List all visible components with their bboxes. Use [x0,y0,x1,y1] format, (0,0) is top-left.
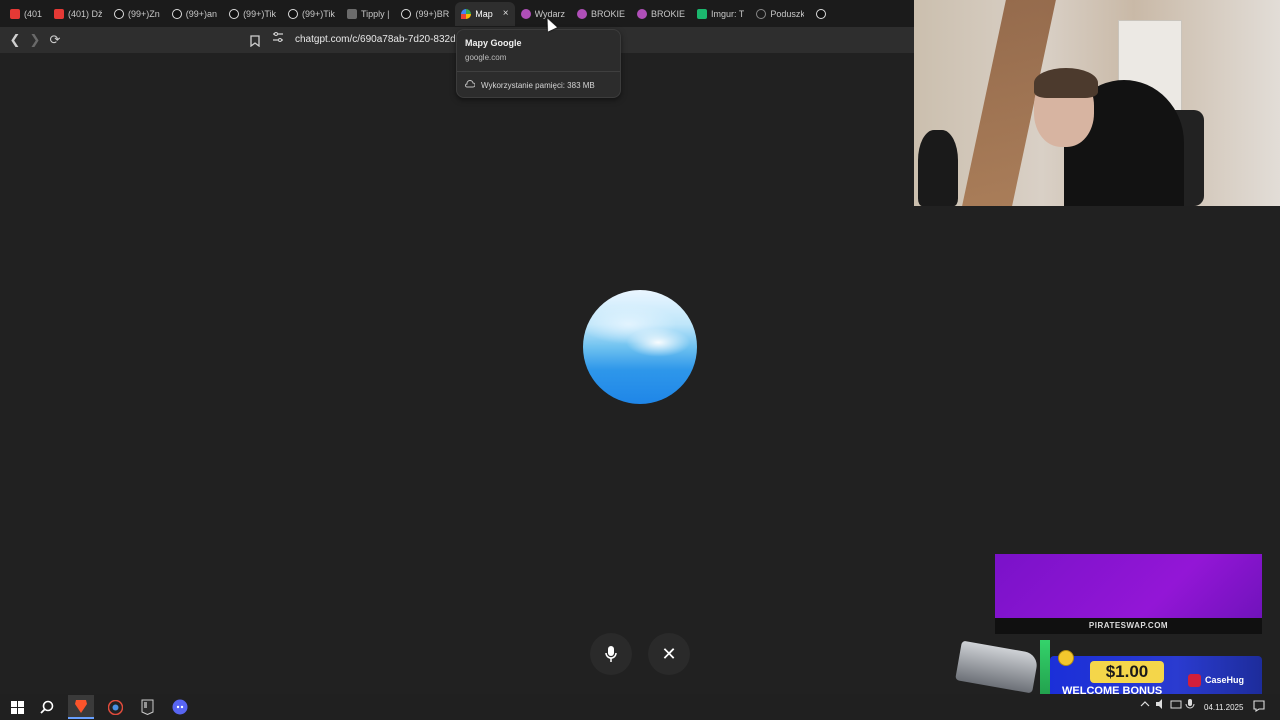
pistol-graphic [955,640,1039,694]
tab-youtube-1[interactable]: (401 [4,2,48,26]
webcam-plush [918,130,958,206]
tab-hover-card: Mapy Google google.com Wykorzystanie pam… [456,29,621,98]
pillow-icon [756,8,767,19]
tab-poduszki[interactable]: Poduszk [750,2,810,26]
messenger-icon [637,8,648,19]
tab-google-maps[interactable]: Map × [455,1,515,26]
bonus-amount: $1.00 [1090,661,1164,683]
tiktok-icon [171,8,182,19]
microphone-button[interactable] [590,633,632,675]
taskbar: 04.11.2025 [0,694,1280,720]
bonus-brand: CaseHug [1188,675,1244,685]
google-maps-icon [461,8,472,19]
tab-label: (99+)an [185,8,218,19]
hover-card-host: google.com [465,53,507,62]
hover-card-title: Mapy Google [465,38,522,48]
tray-icons [1140,699,1195,709]
bookmark-icon[interactable] [245,31,265,51]
sponsor-banner: PIRATESWAP.COM [995,554,1262,634]
taskbar-date[interactable]: 04.11.2025 [1204,703,1243,712]
reload-icon[interactable]: ⟳ [45,30,65,50]
discord-icon[interactable] [167,695,193,719]
address-bar[interactable]: chatgpt.com/c/690a78ab-7d20-832d-9 [295,34,460,45]
tab-label: (99+)BR [415,8,450,19]
tiktok-icon [114,8,125,19]
tab-label: (401 [24,8,43,19]
back-icon[interactable]: ❮ [5,30,25,50]
tab-tiktok-3[interactable]: (99+)Tik [223,2,282,26]
youtube-icon [10,8,20,19]
tab-tipply[interactable]: Tipply | [341,2,396,26]
tab-tiktok-4[interactable]: (99+)Tik [282,2,341,26]
tipply-icon [346,8,357,19]
tab-imgur[interactable]: Imgur: T [691,2,750,26]
webcam-overlay [914,0,1280,206]
epic-games-icon[interactable] [134,695,160,719]
tab-close-icon[interactable]: × [503,8,509,19]
tab-tiktok-1[interactable]: (99+)Zn [108,2,166,26]
voice-orb [583,290,697,404]
forward-icon[interactable]: ❯ [25,30,45,50]
hover-card-memory: Wykorzystanie pamięci: 383 MB [481,81,595,90]
tiktok-icon [288,8,298,19]
bonus-brand-text: CaseHug [1205,675,1245,685]
tab-label: (99+)Zn [128,8,160,19]
coin-icon [1058,650,1074,666]
tab-tiktok-6[interactable] [810,2,832,26]
tiktok-icon [229,8,240,19]
hover-card-divider [457,71,620,72]
webcam-hair [1034,68,1098,98]
tab-label: (99+)Tik [243,8,276,19]
tab-tiktok-2[interactable]: (99+)an [166,2,223,26]
windows-start-icon[interactable] [4,695,30,719]
tiktok-icon [816,8,827,19]
screen: (401 (401) Dž (99+)Zn (99+)an (99+)Tik (… [0,0,1280,720]
tab-tiktok-5[interactable]: (99+)BR [395,2,455,26]
system-tray[interactable] [1138,698,1202,712]
messenger-icon [520,8,531,19]
youtube-icon [54,8,65,19]
tab-strip: (401 (401) Dž (99+)Zn (99+)an (99+)Tik (… [0,0,914,27]
messenger-icon [577,8,588,19]
chrome-icon[interactable] [102,695,128,719]
tab-label: Imgur: T [711,8,745,19]
microphone-icon [605,646,617,662]
end-voice-button[interactable]: ✕ [648,633,690,675]
tab-label: (99+)Tik [302,8,335,19]
site-settings-icon[interactable] [272,31,284,46]
tab-label: Tipply | [360,8,390,19]
tab-label: BROKIE [651,8,686,19]
memory-icon [465,79,476,90]
search-icon[interactable] [34,695,60,719]
imgur-icon [697,8,708,19]
tab-label: (401) Dž [68,8,103,19]
tab-label: Map [475,8,493,19]
tab-messenger-2[interactable]: BROKIE [571,2,631,26]
tiktok-icon [401,8,412,19]
sponsor-site: PIRATESWAP.COM [995,618,1262,634]
tab-label: Poduszk [770,8,805,19]
brave-browser-icon[interactable] [68,695,94,719]
tab-label: BROKIE [591,8,626,19]
notification-icon[interactable] [1253,700,1265,715]
close-icon: ✕ [661,643,677,664]
tab-youtube-2[interactable]: (401) Dž [48,2,108,26]
tab-messenger-3[interactable]: BROKIE [631,2,691,26]
